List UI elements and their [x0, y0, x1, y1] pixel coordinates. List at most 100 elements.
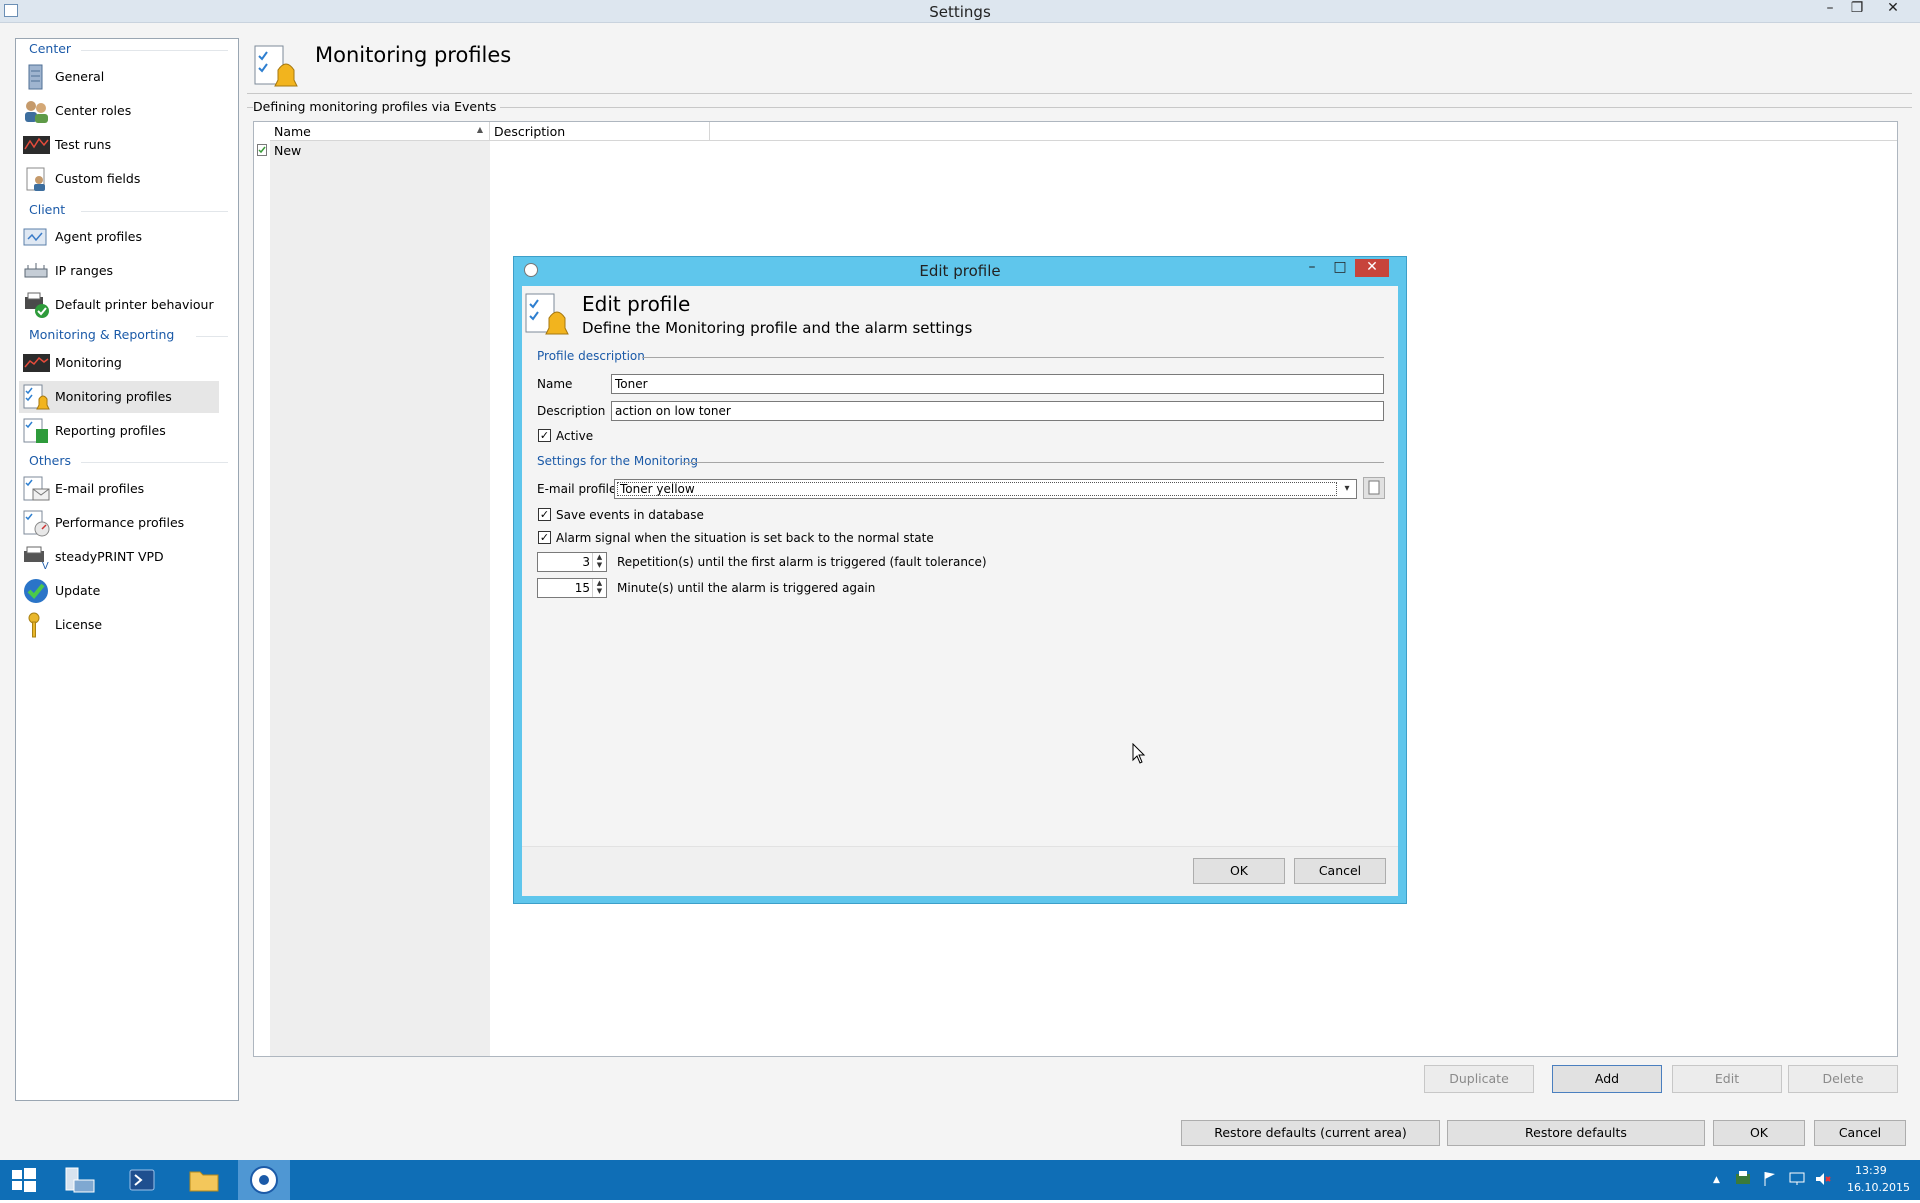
sidebar-item-test-runs[interactable]: Test runs [19, 129, 219, 161]
sidebar-item-label: Agent profiles [55, 229, 142, 244]
section-divider [196, 336, 228, 337]
add-button[interactable]: Add [1552, 1065, 1662, 1093]
spinner-arrows[interactable]: ▲ ▼ [592, 579, 606, 597]
users-icon [22, 97, 50, 125]
new-row-icon [257, 144, 267, 156]
windows-logo-icon [12, 1168, 36, 1192]
column-header-label: Description [494, 124, 566, 139]
spinner-arrows[interactable]: ▲ ▼ [592, 553, 606, 571]
tray-expand-icon[interactable]: ▲ [1713, 1175, 1720, 1185]
sidebar-item-custom-fields[interactable]: Custom fields [19, 163, 219, 195]
tray-volume-muted-icon[interactable] [1814, 1170, 1832, 1191]
table-row[interactable]: New [254, 141, 490, 159]
title-bar: Settings – ❐ ✕ [0, 0, 1920, 23]
minimize-button[interactable]: – [1817, 0, 1843, 18]
edit-profile-icon [524, 292, 570, 336]
user-card-icon [22, 165, 50, 193]
email-profile-label: E-mail profile [537, 482, 617, 496]
edit-button[interactable]: Edit [1672, 1065, 1782, 1093]
email-profile-details-button[interactable] [1363, 477, 1385, 499]
minutes-label: Minute(s) until the alarm is triggered a… [617, 581, 876, 595]
sidebar-item-general[interactable]: General [19, 61, 219, 93]
restore-button[interactable]: ❐ [1844, 0, 1870, 18]
sidebar-item-reporting-profiles[interactable]: Reporting profiles [19, 415, 219, 447]
sidebar-item-steadyprint-vpd[interactable]: V steadyPRINT VPD [19, 541, 219, 573]
start-button[interactable] [0, 1160, 48, 1200]
sidebar-item-update[interactable]: Update [19, 575, 219, 607]
server-icon [22, 63, 50, 91]
restore-defaults-current-button[interactable]: Restore defaults (current area) [1181, 1120, 1440, 1146]
sidebar-item-label: Monitoring profiles [55, 389, 172, 404]
minutes-value: 15 [574, 581, 590, 595]
sidebar-item-ip-ranges[interactable]: IP ranges [19, 255, 219, 287]
sidebar-item-monitoring[interactable]: Monitoring [19, 347, 219, 379]
dialog-footer: OK Cancel [522, 846, 1398, 896]
sidebar-item-center-roles[interactable]: Center roles [19, 95, 219, 127]
taskbar-powershell[interactable] [118, 1160, 166, 1200]
powershell-icon [129, 1169, 155, 1191]
sidebar-item-label: steadyPRINT VPD [55, 549, 164, 564]
sidebar-item-label: E-mail profiles [55, 481, 145, 496]
column-header-description[interactable]: Description [490, 122, 710, 141]
column-header-name[interactable]: Name ▲ [270, 122, 490, 141]
active-checkbox[interactable]: ✓ [538, 429, 551, 442]
duplicate-button[interactable]: Duplicate [1424, 1065, 1534, 1093]
section-divider [642, 357, 1384, 358]
taskbar: ▲ 13:39 16.10.2015 [0, 1160, 1920, 1200]
sidebar-item-monitoring-profiles[interactable]: Monitoring profiles [19, 381, 219, 413]
dialog-ok-button[interactable]: OK [1193, 858, 1285, 884]
sidebar-item-label: General [55, 69, 105, 84]
sidebar-item-label: Custom fields [55, 171, 141, 186]
sidebar-item-default-printer-behaviour[interactable]: Default printer behaviour [19, 289, 219, 321]
sidebar-item-label: Update [55, 583, 101, 598]
section-divider [682, 462, 1384, 463]
taskbar-settings-app[interactable] [238, 1160, 290, 1200]
clock-time[interactable]: 13:39 [1855, 1164, 1887, 1177]
repetitions-spinner[interactable]: 3 ▲ ▼ [537, 552, 607, 572]
tray-printer-icon[interactable] [1734, 1170, 1752, 1191]
save-events-checkbox[interactable]: ✓ [538, 508, 551, 521]
dialog-maximize-button[interactable]: □ [1327, 259, 1353, 277]
email-profile-select[interactable]: Toner yellow ▾ [614, 479, 1357, 499]
description-input[interactable]: action on low toner [611, 401, 1384, 421]
sidebar-item-label: License [55, 617, 103, 632]
delete-button[interactable]: Delete [1788, 1065, 1898, 1093]
chevron-down-icon[interactable]: ▾ [1338, 480, 1356, 498]
sidebar-item-label: IP ranges [55, 263, 114, 278]
email-profile-value: Toner yellow [617, 482, 1337, 496]
sidebar-item-performance-profiles[interactable]: Performance profiles [19, 507, 219, 539]
alarm-signal-checkbox[interactable]: ✓ [538, 531, 551, 544]
taskbar-server-manager[interactable] [56, 1160, 104, 1200]
sidebar-item-label: Center roles [55, 103, 132, 118]
clock-date[interactable]: 16.10.2015 [1847, 1181, 1910, 1194]
name-label: Name [537, 377, 573, 391]
ok-button[interactable]: OK [1713, 1120, 1805, 1146]
sidebar-item-label: Reporting profiles [55, 423, 166, 438]
group-label: Defining monitoring profiles via Events [253, 99, 501, 114]
restore-defaults-button[interactable]: Restore defaults [1447, 1120, 1705, 1146]
close-button[interactable]: ✕ [1880, 0, 1906, 18]
sidebar-item-email-profiles[interactable]: E-mail profiles [19, 473, 219, 505]
minutes-spinner[interactable]: 15 ▲ ▼ [537, 578, 607, 598]
taskbar-file-explorer[interactable] [180, 1160, 228, 1200]
dialog-subheading: Define the Monitoring profile and the al… [582, 319, 973, 337]
column-header-label: Name [274, 124, 311, 139]
sidebar-section-monitoring-reporting: Monitoring & Reporting [29, 327, 175, 342]
svg-text:V: V [42, 561, 49, 571]
name-input[interactable]: Toner [611, 374, 1384, 394]
dialog-minimize-button[interactable]: – [1299, 259, 1325, 277]
dialog-cancel-button[interactable]: Cancel [1294, 858, 1386, 884]
sidebar-section-center: Center [29, 41, 72, 56]
active-label: Active [556, 429, 594, 443]
sidebar-item-label: Monitoring [55, 355, 122, 370]
dialog-close-button[interactable]: ✕ [1355, 259, 1389, 277]
section-divider [81, 462, 228, 463]
tray-network-icon[interactable] [1788, 1170, 1806, 1191]
sidebar-item-license[interactable]: License [19, 609, 219, 641]
repetitions-label: Repetition(s) until the first alarm is t… [617, 555, 987, 569]
server-manager-icon [65, 1167, 95, 1193]
network-icon [22, 257, 50, 285]
tray-flag-icon[interactable] [1762, 1170, 1778, 1191]
cancel-button[interactable]: Cancel [1814, 1120, 1906, 1146]
sidebar-item-agent-profiles[interactable]: Agent profiles [19, 221, 219, 253]
